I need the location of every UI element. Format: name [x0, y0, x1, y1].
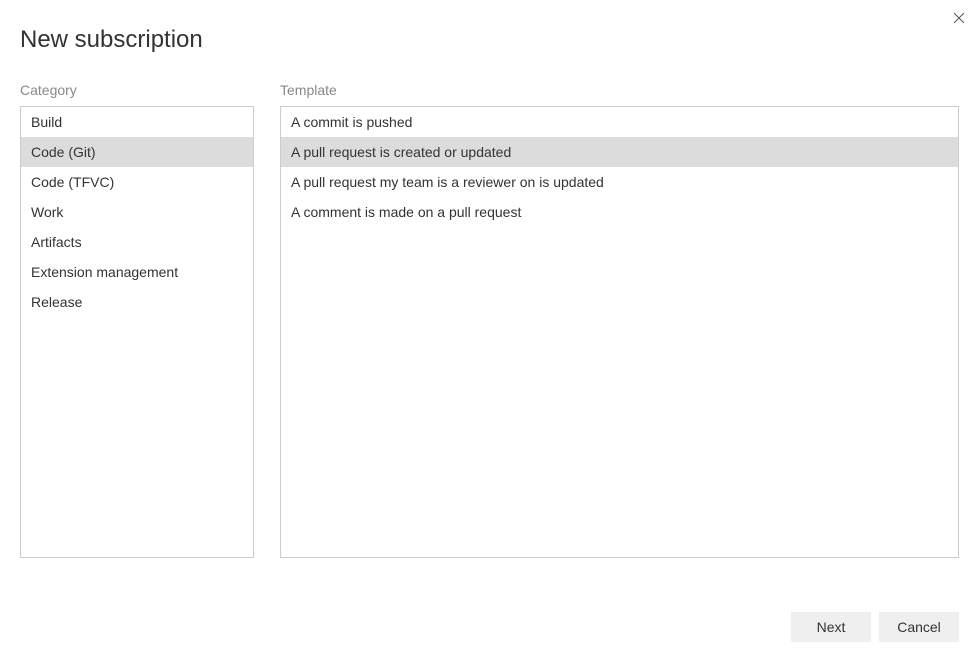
category-header: Category [20, 82, 254, 98]
cancel-button[interactable]: Cancel [879, 612, 959, 642]
close-button[interactable] [949, 8, 969, 28]
category-column: Category BuildCode (Git)Code (TFVC)WorkA… [20, 82, 254, 558]
template-item[interactable]: A commit is pushed [281, 107, 958, 137]
category-list[interactable]: BuildCode (Git)Code (TFVC)WorkArtifactsE… [20, 106, 254, 558]
category-item[interactable]: Code (Git) [21, 137, 253, 167]
category-item[interactable]: Work [21, 197, 253, 227]
category-item[interactable]: Build [21, 107, 253, 137]
template-item[interactable]: A pull request my team is a reviewer on … [281, 167, 958, 197]
close-icon [953, 12, 965, 24]
columns-container: Category BuildCode (Git)Code (TFVC)WorkA… [20, 82, 959, 558]
dialog-title: New subscription [20, 26, 959, 54]
category-item[interactable]: Artifacts [21, 227, 253, 257]
new-subscription-dialog: New subscription Category BuildCode (Git… [0, 0, 979, 660]
dialog-footer: Next Cancel [791, 612, 959, 642]
template-header: Template [280, 82, 959, 98]
template-column: Template A commit is pushedA pull reques… [280, 82, 959, 558]
category-item[interactable]: Code (TFVC) [21, 167, 253, 197]
template-item[interactable]: A pull request is created or updated [281, 137, 958, 167]
category-item[interactable]: Extension management [21, 257, 253, 287]
category-item[interactable]: Release [21, 287, 253, 317]
next-button[interactable]: Next [791, 612, 871, 642]
template-list[interactable]: A commit is pushedA pull request is crea… [280, 106, 959, 558]
template-item[interactable]: A comment is made on a pull request [281, 197, 958, 227]
